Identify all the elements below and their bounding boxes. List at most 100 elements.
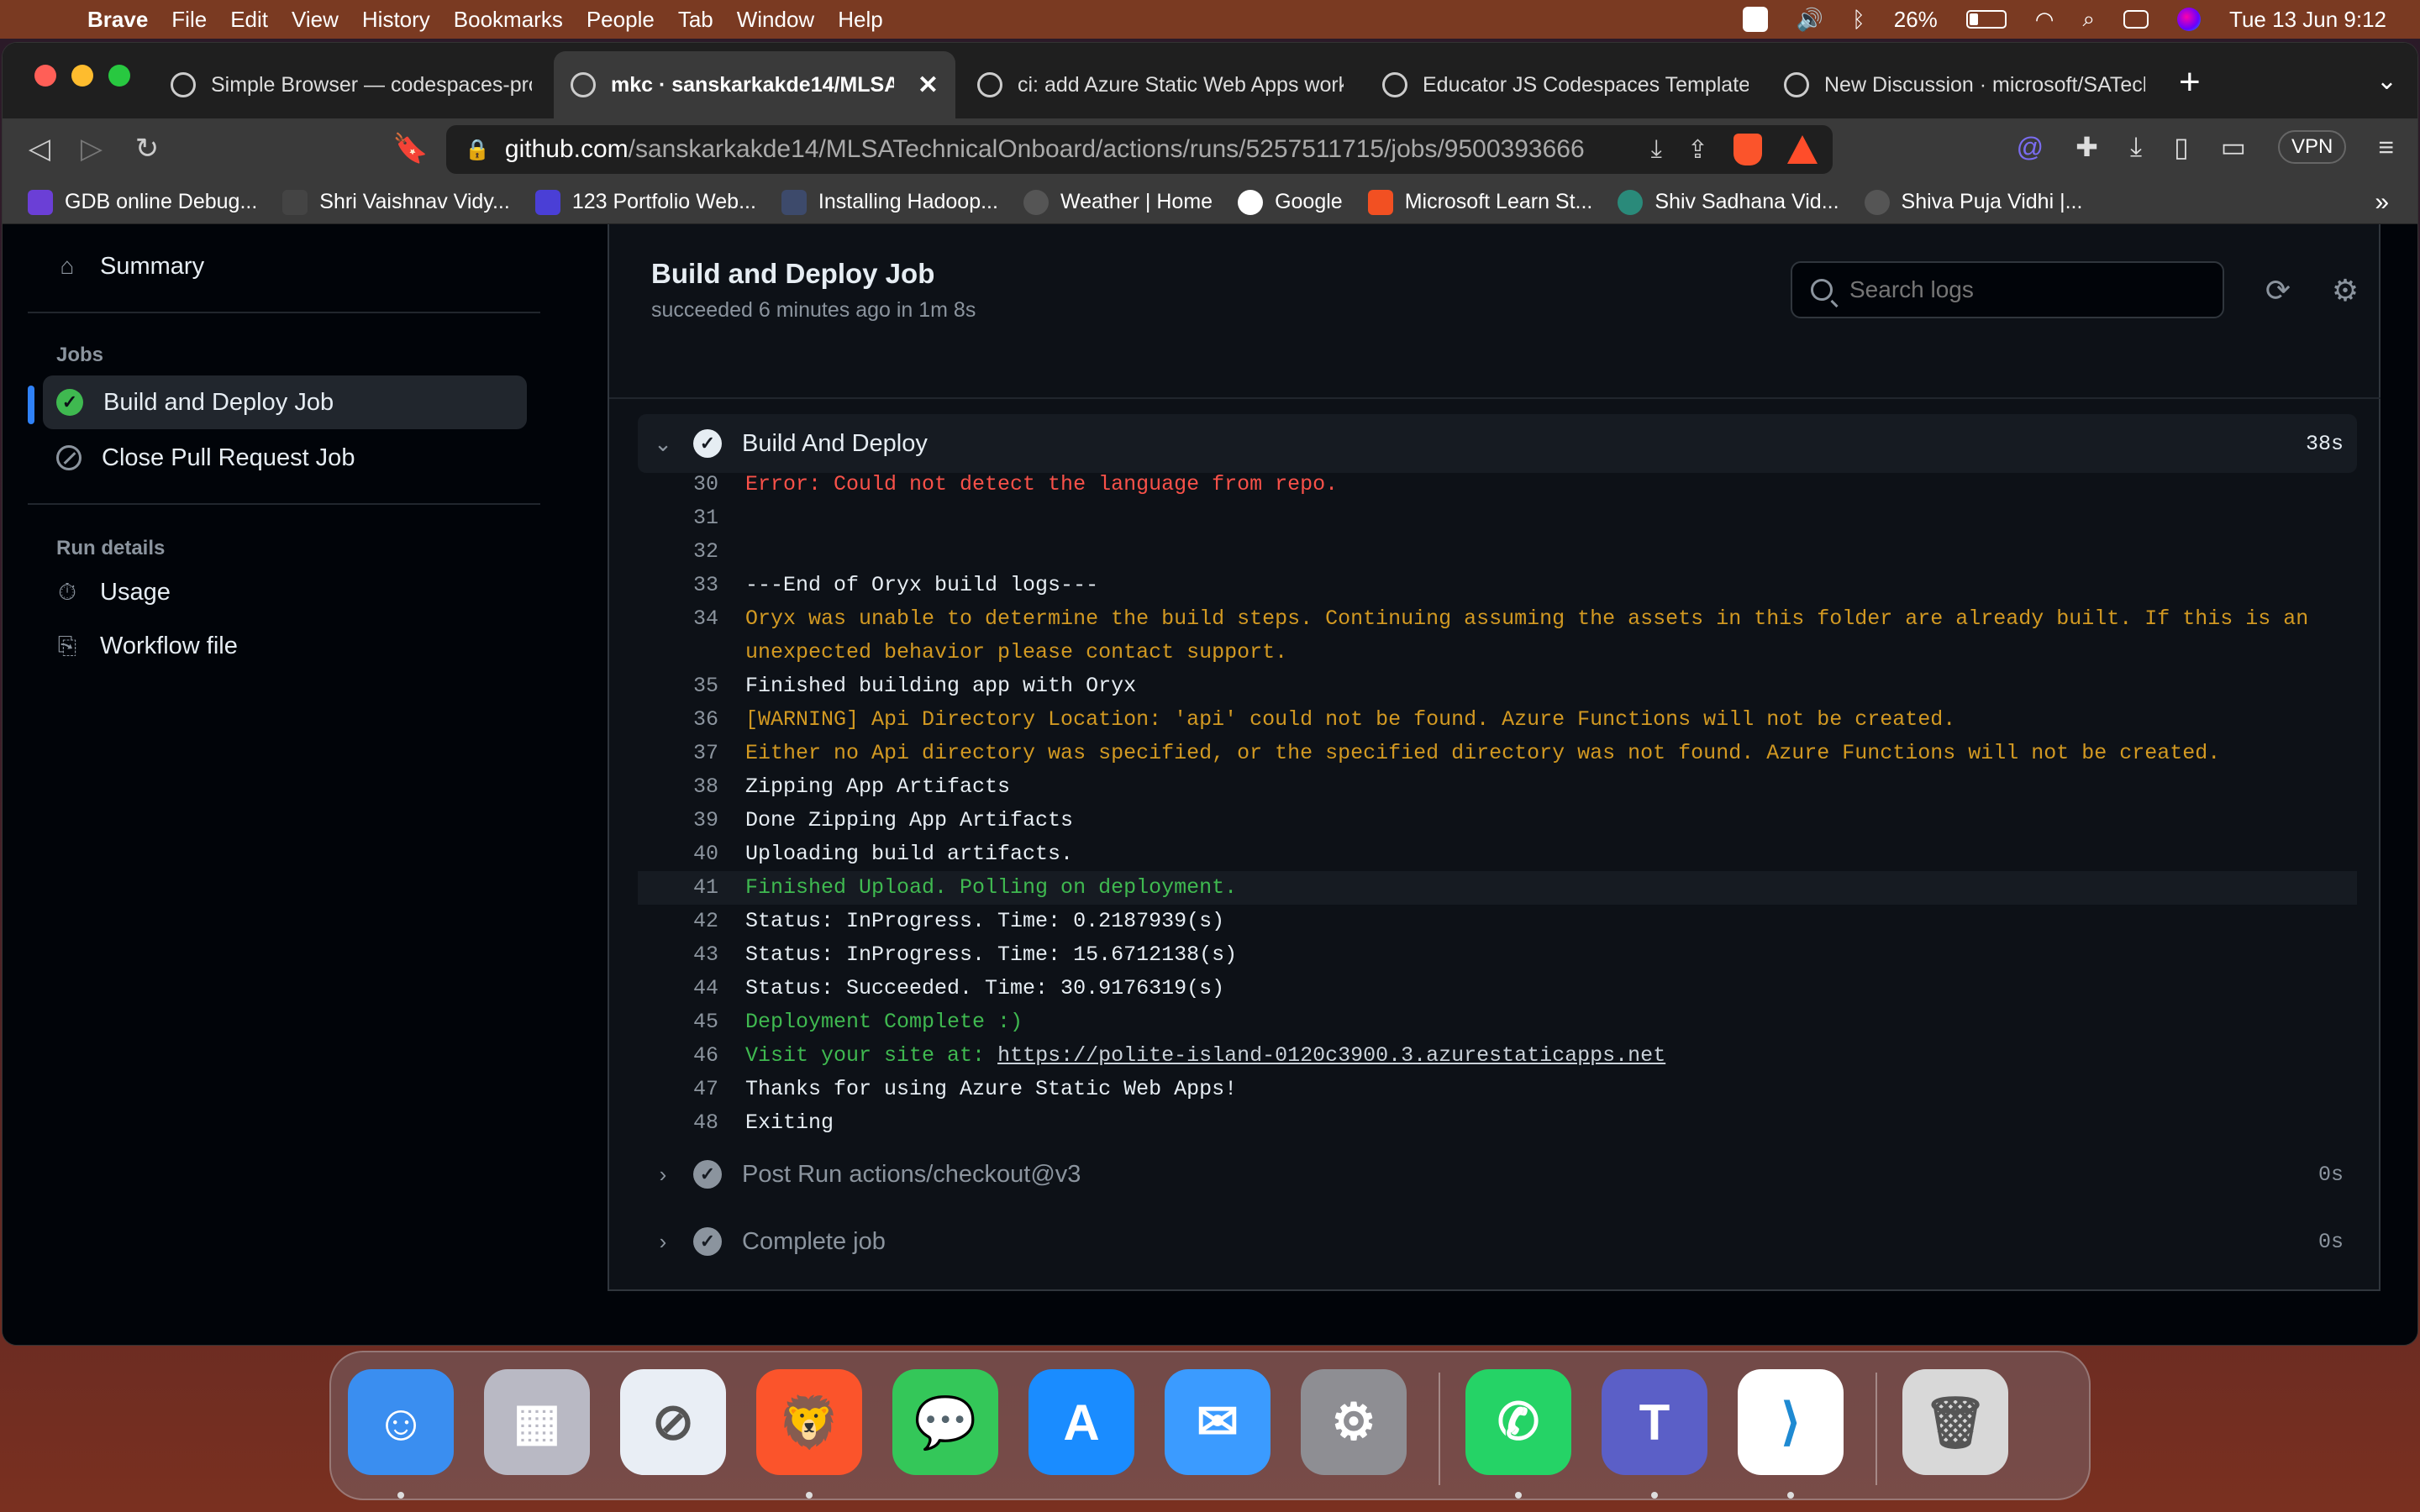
app-menu-brave[interactable]: Brave	[87, 7, 148, 33]
more-bookmarks-icon[interactable]: »	[2375, 188, 2389, 217]
close-window-button[interactable]	[34, 65, 56, 87]
log-line-number[interactable]: 38	[638, 770, 718, 804]
bluetooth-off-icon[interactable]: ᛒ	[1852, 7, 1865, 33]
step-build-and-deploy[interactable]: ⌄ ✓ Build And Deploy 38s	[638, 414, 2357, 473]
sidebar-toggle-icon[interactable]: ▯	[2174, 131, 2189, 163]
bookmark-weather[interactable]: Weather | Home	[1023, 189, 1213, 215]
chevron-right-icon[interactable]: ›	[638, 1229, 688, 1255]
share-icon[interactable]: ⇪	[1687, 135, 1708, 165]
menu-tab[interactable]: Tab	[678, 7, 713, 33]
safari-icon[interactable]: ⊘	[620, 1369, 726, 1475]
trash-icon[interactable]: 🗑	[1902, 1369, 2008, 1475]
log-line-number[interactable]: 36	[638, 703, 718, 737]
log-line-number[interactable]: 37	[638, 737, 718, 770]
bookmark-hadoop[interactable]: Installing Hadoop...	[781, 189, 998, 215]
siri-icon[interactable]	[2177, 8, 2202, 31]
sidebar-item-close-pull-request-job[interactable]: Close Pull Request Job	[28, 431, 523, 485]
volume-icon[interactable]: 🔊	[1797, 7, 1823, 33]
wifi-icon[interactable]: ◠	[2035, 7, 2054, 33]
launchpad-icon[interactable]: ▦	[484, 1369, 590, 1475]
back-button[interactable]: ◁	[23, 132, 56, 165]
lock-icon[interactable]: 🔒	[465, 138, 490, 162]
brave-rewards-icon[interactable]: 9	[1787, 135, 1818, 164]
log-line-number[interactable]: 34	[638, 602, 718, 636]
step-post-run-checkout[interactable]: › ✓ Post Run actions/checkout@v3 0s	[638, 1145, 2357, 1204]
sidebar-item-summary[interactable]: ⌂ Summary	[28, 239, 523, 293]
menu-bookmarks[interactable]: Bookmarks	[454, 7, 563, 33]
log-line-number[interactable]: 32	[638, 535, 718, 569]
tab-ci-azure[interactable]: ci: add Azure Static Web Apps work	[960, 51, 1360, 118]
sidebar-item-build-and-deploy-job[interactable]: ✓ Build and Deploy Job	[43, 375, 527, 429]
brave-icon[interactable]: 🦁	[756, 1369, 862, 1475]
site-url-link[interactable]: https://polite-island-0120c3900.3.azures…	[997, 1043, 1665, 1068]
menu-help[interactable]: Help	[838, 7, 882, 33]
log-line-number[interactable]: 33	[638, 569, 718, 602]
menu-window[interactable]: Window	[737, 7, 814, 33]
log-line-number[interactable]: 40	[638, 837, 718, 871]
vscode-icon[interactable]: ⟩	[1738, 1369, 1844, 1475]
teams-icon[interactable]: T	[1602, 1369, 1707, 1475]
step-complete-job[interactable]: › ✓ Complete job 0s	[638, 1212, 2357, 1271]
spotlight-search-icon[interactable]: ⌕	[2082, 6, 2095, 33]
log-line-number[interactable]: 42	[638, 905, 718, 938]
menu-edit[interactable]: Edit	[230, 7, 268, 33]
extension-icon[interactable]: @	[2017, 132, 2044, 163]
puzzle-extensions-icon[interactable]: ✚	[2075, 131, 2098, 163]
tab-simple-browser[interactable]: Simple Browser — codespaces-proj	[154, 51, 549, 118]
log-line-number[interactable]: 45	[638, 1005, 718, 1039]
bookmark-google[interactable]: Google	[1238, 189, 1343, 215]
new-tab-button[interactable]: +	[2179, 61, 2201, 103]
menu-view[interactable]: View	[292, 7, 339, 33]
address-bar[interactable]: 🔒 github.com/sanskarkakde14/MLSATechnica…	[446, 125, 1833, 174]
bookmark-123-portfolio[interactable]: 123 Portfolio Web...	[534, 189, 756, 215]
hamburger-menu-icon[interactable]: ≡	[2378, 132, 2394, 163]
gear-icon[interactable]: ⚙	[2328, 273, 2362, 308]
log-line-number[interactable]: 48	[638, 1106, 718, 1140]
brave-shields-icon[interactable]	[1733, 134, 1762, 165]
menu-people[interactable]: People	[587, 7, 655, 33]
bookmark-icon[interactable]: 🔖	[392, 132, 428, 165]
battery-icon[interactable]	[1965, 10, 2007, 29]
log-line-number[interactable]: 47	[638, 1073, 718, 1106]
bookmark-shiv-sadhana[interactable]: Shiv Sadhana Vid...	[1618, 189, 1839, 215]
log-line-number[interactable]: 44	[638, 972, 718, 1005]
chevron-down-icon[interactable]: ⌄	[638, 431, 688, 457]
wallet-icon[interactable]: ▭	[2221, 131, 2246, 163]
chevron-down-icon[interactable]: ⌄	[2376, 66, 2397, 96]
menu-history[interactable]: History	[362, 7, 430, 33]
close-tab-icon[interactable]: ✕	[918, 71, 939, 100]
downloads-icon[interactable]: ⤓	[2130, 131, 2142, 163]
menu-clock[interactable]: Tue 13 Jun 9:12	[2229, 7, 2386, 33]
search-logs-field[interactable]	[1791, 261, 2224, 318]
tab-educator-template[interactable]: Educator JS Codespaces Template	[1365, 51, 1765, 118]
log-line-number[interactable]: 46	[638, 1039, 718, 1073]
whatsapp-icon[interactable]: ✆	[1465, 1369, 1571, 1475]
vpn-button[interactable]: VPN	[2277, 130, 2347, 164]
tab-mkc-actions[interactable]: mkc · sanskarkakde14/MLSATec ✕	[554, 51, 955, 118]
bookmark-ms-learn[interactable]: Microsoft Learn St...	[1367, 189, 1592, 215]
minimize-window-button[interactable]	[71, 65, 93, 87]
forward-button[interactable]: ▷	[75, 132, 108, 165]
app-store-icon[interactable]: A	[1028, 1369, 1134, 1475]
search-logs-input[interactable]	[1849, 276, 2202, 303]
bookmark-shiva-puja[interactable]: Shiva Puja Vidhi |...	[1864, 189, 2082, 215]
messages-icon[interactable]: 💬	[892, 1369, 998, 1475]
bitwarden-icon[interactable]	[1742, 7, 1768, 32]
menu-file[interactable]: File	[171, 7, 207, 33]
log-line-number[interactable]: 39	[638, 804, 718, 837]
log-line-number[interactable]: 41	[638, 871, 718, 905]
log-line-number[interactable]: 43	[638, 938, 718, 972]
refresh-icon[interactable]: ⟳	[2261, 273, 2295, 308]
log-line-number[interactable]: 31	[638, 501, 718, 535]
sidebar-item-usage[interactable]: ⏱ Usage	[28, 565, 523, 619]
log-line-number[interactable]: 35	[638, 669, 718, 703]
install-app-icon[interactable]: ⤓	[1651, 135, 1662, 164]
sidebar-item-workflow-file[interactable]: ⎘ Workflow file	[28, 619, 523, 673]
bookmark-svv[interactable]: Shri Vaishnav Vidy...	[282, 189, 510, 215]
zoom-window-button[interactable]	[108, 65, 130, 87]
bookmark-gdb[interactable]: GDB online Debug...	[28, 189, 257, 215]
reload-button[interactable]: ↻	[130, 132, 164, 165]
chevron-right-icon[interactable]: ›	[638, 1162, 688, 1188]
control-center-icon[interactable]	[2123, 10, 2149, 29]
mail-icon[interactable]: ✉	[1165, 1369, 1270, 1475]
